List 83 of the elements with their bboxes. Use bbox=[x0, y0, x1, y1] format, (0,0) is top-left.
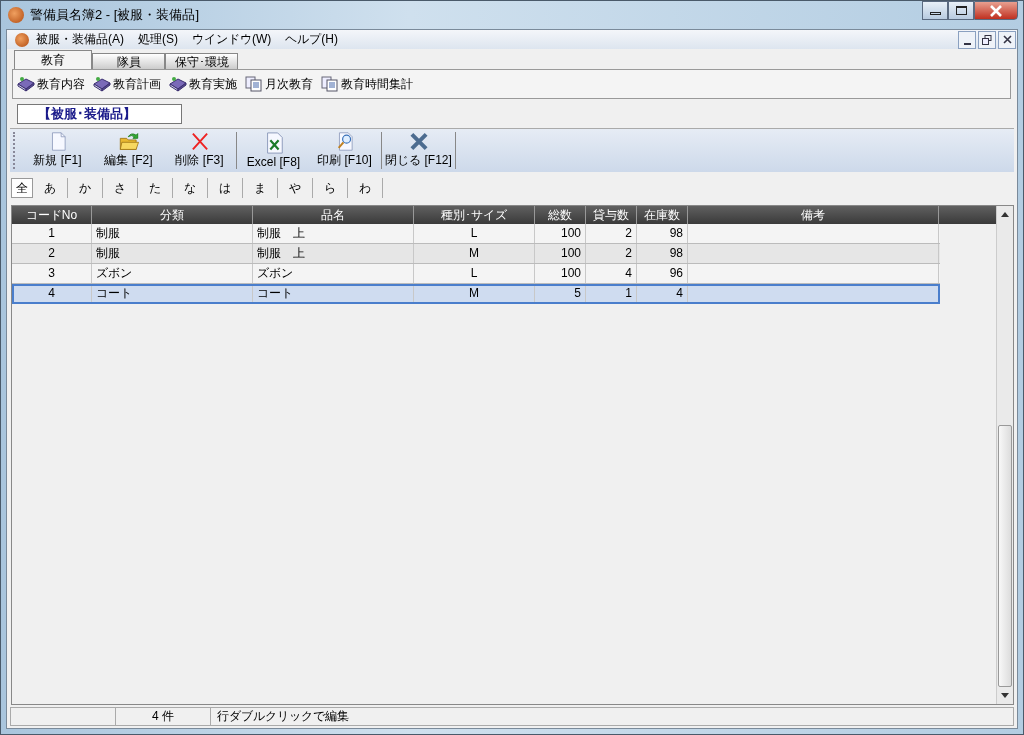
table-cell: 制服 bbox=[92, 244, 253, 263]
table-row[interactable]: 2 制服 制服 上 M 100 2 98 bbox=[12, 244, 940, 264]
launcher-button[interactable]: 教育内容 bbox=[17, 75, 85, 93]
kana-filter-button[interactable]: は bbox=[208, 178, 243, 198]
table-cell: 2 bbox=[586, 244, 637, 263]
kana-filter-button[interactable]: た bbox=[138, 178, 173, 198]
table-row[interactable]: 3 ズボン ズボン L 100 4 96 bbox=[12, 264, 940, 284]
table-cell: 100 bbox=[535, 264, 586, 283]
kana-filter-button[interactable]: か bbox=[68, 178, 103, 198]
kana-filter-button[interactable]: 全 bbox=[11, 178, 33, 198]
close-button[interactable] bbox=[998, 30, 1016, 49]
close-icon bbox=[989, 4, 1003, 17]
table-cell: ズボン bbox=[92, 264, 253, 283]
restore-button[interactable] bbox=[978, 30, 996, 49]
book-icon bbox=[169, 76, 187, 92]
kana-filter-button[interactable]: あ bbox=[33, 178, 68, 198]
menu-item[interactable]: 処理(S) bbox=[131, 31, 185, 48]
table-cell: L bbox=[414, 264, 535, 283]
table-cell: コート bbox=[92, 284, 253, 303]
launcher-button[interactable]: 教育計画 bbox=[93, 75, 161, 93]
table-cell: 1 bbox=[12, 224, 92, 243]
launcher-button[interactable]: 教育実施 bbox=[169, 75, 237, 93]
kana-filter-button[interactable]: や bbox=[278, 178, 313, 198]
menu-item[interactable]: 被服・装備品(A) bbox=[29, 31, 131, 48]
kana-filter-button[interactable]: な bbox=[173, 178, 208, 198]
menu-item[interactable]: ヘルプ(H) bbox=[278, 31, 345, 48]
book-icon bbox=[93, 76, 111, 92]
app-logo-icon bbox=[8, 7, 24, 23]
table-cell: ズボン bbox=[253, 264, 414, 283]
menu-item[interactable]: ウインドウ(W) bbox=[185, 31, 279, 48]
table-cell: 1 bbox=[586, 284, 637, 303]
section-label: 【被服･装備品】 bbox=[17, 104, 182, 124]
table-cell: 2 bbox=[12, 244, 92, 263]
status-hint: 行ダブルクリックで編集 bbox=[216, 708, 350, 725]
tab[interactable]: 隊員 bbox=[92, 53, 165, 69]
table-cell: 4 bbox=[637, 284, 688, 303]
table-cell: 制服 上 bbox=[253, 244, 414, 263]
tab[interactable]: 保守･環境 bbox=[165, 53, 238, 69]
kana-filter-button[interactable]: ら bbox=[313, 178, 348, 198]
kana-filter-button[interactable]: さ bbox=[103, 178, 138, 198]
table-cell: 98 bbox=[637, 244, 688, 263]
table-cell: M bbox=[414, 284, 535, 303]
kana-filter-button[interactable]: ま bbox=[243, 178, 278, 198]
minimize-button[interactable] bbox=[922, 1, 948, 20]
launcher-button[interactable]: 教育時間集計 bbox=[321, 75, 413, 93]
toolbar-button[interactable]: 削除 [F3] bbox=[164, 132, 235, 169]
table-cell: 4 bbox=[586, 264, 637, 283]
scrollbar-thumb[interactable] bbox=[998, 425, 1012, 687]
document-icon bbox=[15, 32, 29, 47]
record-count: 4 件 bbox=[116, 708, 211, 725]
book-icon bbox=[17, 76, 35, 92]
documents-icon bbox=[245, 76, 263, 92]
table-cell: 100 bbox=[535, 244, 586, 263]
table-cell: コート bbox=[253, 284, 414, 303]
table-cell: 96 bbox=[637, 264, 688, 283]
kana-filter-button[interactable]: わ bbox=[348, 178, 383, 198]
vertical-scrollbar[interactable] bbox=[996, 206, 1013, 704]
table-cell: L bbox=[414, 224, 535, 243]
table-cell: 2 bbox=[586, 224, 637, 243]
close-icon bbox=[1002, 35, 1012, 44]
table-cell: 制服 bbox=[92, 224, 253, 243]
restore-icon bbox=[982, 34, 992, 45]
table-cell: 3 bbox=[12, 264, 92, 283]
table-cell: 制服 上 bbox=[253, 224, 414, 243]
tab[interactable]: 教育 bbox=[14, 50, 92, 69]
toolbar-button[interactable]: 印刷 [F10] bbox=[309, 132, 380, 169]
toolbar-button[interactable]: 編集 [F2] bbox=[93, 132, 164, 169]
table-cell: M bbox=[414, 244, 535, 263]
toolbar-button[interactable]: Excel [F8] bbox=[238, 132, 309, 169]
table-row[interactable]: 4 コート コート M 5 1 4 bbox=[12, 284, 940, 304]
toolbar-button[interactable]: 新規 [F1] bbox=[22, 132, 93, 169]
documents-icon bbox=[321, 76, 339, 92]
table-cell: 100 bbox=[535, 224, 586, 243]
maximize-button[interactable] bbox=[948, 1, 974, 20]
close-button[interactable] bbox=[974, 1, 1018, 20]
minimize-button[interactable] bbox=[958, 30, 976, 49]
table-row[interactable]: 1 制服 制服 上 L 100 2 98 bbox=[12, 224, 940, 244]
table-cell: 4 bbox=[12, 284, 92, 303]
table-cell: 5 bbox=[535, 284, 586, 303]
toolbar-button[interactable]: 閉じる [F12] bbox=[383, 132, 454, 169]
window-title: 警備員名簿2 - [被服・装備品] bbox=[30, 6, 199, 24]
table-cell: 98 bbox=[637, 224, 688, 243]
launcher-button[interactable]: 月次教育 bbox=[245, 75, 313, 93]
